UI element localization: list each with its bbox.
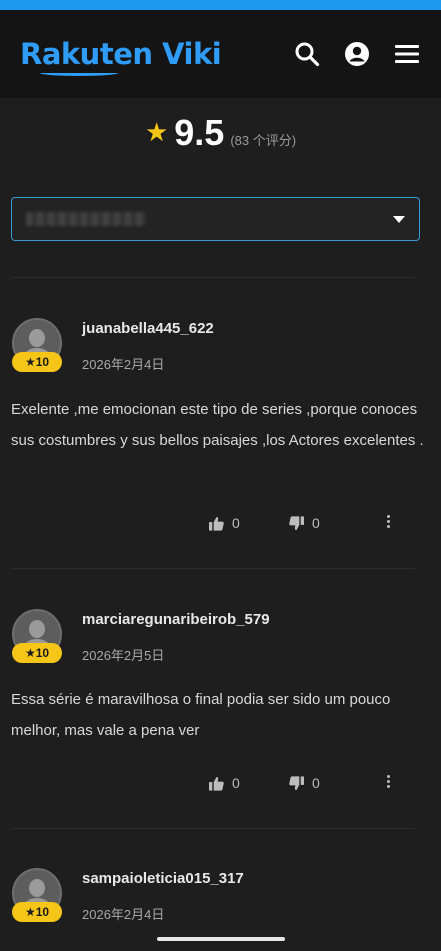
header-icons <box>293 40 421 68</box>
thumbs-down-icon <box>289 515 304 530</box>
username[interactable]: juanabella445_622 <box>82 320 214 337</box>
review-text: Essa série é maravilhosa o final podia s… <box>11 691 391 739</box>
home-indicator[interactable] <box>157 937 285 941</box>
search-icon[interactable] <box>293 40 321 68</box>
score-badge: ★10 <box>12 352 62 372</box>
status-strip <box>0 0 441 10</box>
rating-count: (83 个评分) <box>230 133 297 148</box>
review-text: Exelente ,me emocionan este tipo de seri… <box>11 401 424 449</box>
review-actions: 0 0 <box>0 775 441 795</box>
like-button[interactable]: 0 <box>209 515 240 531</box>
review-card: ★10 sampaioleticia015_317 2026年2月4日 <box>0 868 441 928</box>
logo-text: Rakuten Viki <box>20 37 222 71</box>
dislike-button[interactable]: 0 <box>289 775 320 791</box>
divider <box>11 277 415 278</box>
divider <box>11 568 415 569</box>
avatar-head <box>29 879 45 897</box>
review-filter-select[interactable] <box>11 197 420 241</box>
rakuten-viki-logo[interactable]: Rakuten Viki <box>20 37 222 76</box>
review-date: 2026年2月4日 <box>82 357 165 372</box>
score-badge: ★10 <box>12 902 62 922</box>
more-options-icon[interactable] <box>383 775 393 788</box>
dislike-button[interactable]: 0 <box>289 515 320 531</box>
rating-value: 9.5 <box>174 112 225 153</box>
dislike-count: 0 <box>312 515 320 531</box>
thumbs-up-icon <box>209 516 224 531</box>
review-date: 2026年2月5日 <box>82 648 165 663</box>
app-header: Rakuten Viki <box>0 10 441 98</box>
review-date: 2026年2月4日 <box>82 907 165 922</box>
more-options-icon[interactable] <box>383 515 393 528</box>
username[interactable]: sampaioleticia015_317 <box>82 870 244 887</box>
avatar-head <box>29 620 45 638</box>
account-icon[interactable] <box>343 40 371 68</box>
thumbs-down-icon <box>289 775 304 790</box>
chevron-down-icon <box>393 215 405 223</box>
dislike-count: 0 <box>312 775 320 791</box>
thumbs-up-icon <box>209 776 224 791</box>
avatar-head <box>29 329 45 347</box>
review-card: ★10 juanabella445_622 2026年2月4日 Exelente… <box>0 318 441 548</box>
star-icon: ★ <box>144 117 169 147</box>
logo-swoosh <box>40 70 118 76</box>
review-card: ★10 marciaregunaribeirob_579 2026年2月5日 E… <box>0 609 441 809</box>
username[interactable]: marciaregunaribeirob_579 <box>82 611 270 628</box>
review-actions: 0 0 <box>0 515 441 535</box>
divider <box>11 828 415 829</box>
score-badge: ★10 <box>12 643 62 663</box>
like-count: 0 <box>232 775 240 791</box>
like-button[interactable]: 0 <box>209 775 240 791</box>
blurred-selected-value <box>26 212 146 226</box>
rating-summary: ★ 9.5 (83 个评分) <box>0 112 441 158</box>
menu-icon[interactable] <box>393 40 421 68</box>
like-count: 0 <box>232 515 240 531</box>
